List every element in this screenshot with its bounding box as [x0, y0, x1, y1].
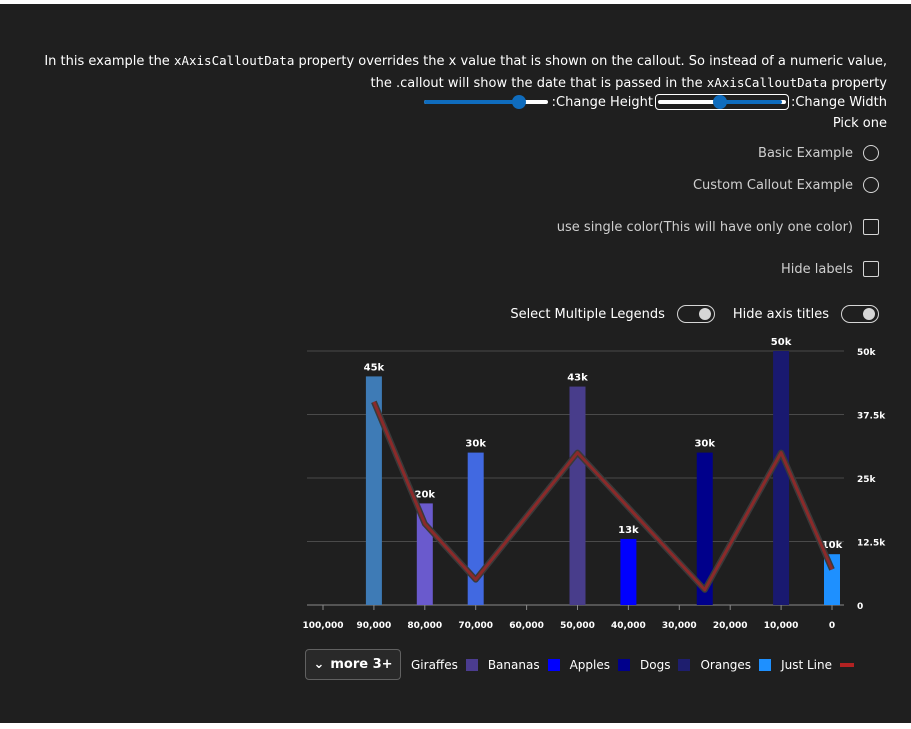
single-color-checkbox[interactable] [863, 219, 879, 235]
hide-labels-option[interactable]: Hide labels [781, 261, 879, 277]
bar-data-label: 45k [364, 362, 385, 373]
description-part-1: In this example the [44, 54, 174, 69]
legend-item-bananas[interactable]: Bananas [488, 658, 560, 672]
basic-example-label: Basic Example [758, 145, 853, 161]
x-tick-label: 0 [829, 621, 835, 631]
multi-legends-toggle[interactable] [676, 305, 715, 323]
legend-label: Just Line [781, 657, 832, 672]
custom-callout-option[interactable]: Custom Callout Example [693, 177, 879, 193]
legend-label: Dogs [640, 657, 671, 672]
legend-item-apples[interactable]: Apples [569, 657, 631, 672]
legend-swatch [840, 662, 854, 667]
bar-data-label: 30k [465, 439, 486, 450]
description-code-2: xAxisCalloutData [706, 75, 828, 90]
more-legends-label: more 3+ [330, 657, 393, 672]
hide-axis-titles-toggle[interactable] [841, 305, 879, 323]
legend-item-dogs[interactable]: Dogs [640, 657, 691, 672]
hide-labels-label: Hide labels [781, 261, 853, 277]
y-tick-label: 12.5k [857, 539, 886, 549]
height-slider[interactable] [422, 95, 550, 109]
legend-label: Bananas [487, 657, 540, 672]
y-tick-label: 37.5k [857, 412, 886, 422]
line-series-outline [371, 400, 835, 593]
bar-data-label: 50k [771, 337, 792, 348]
legend-item-just-line[interactable]: Just Line [781, 658, 854, 672]
chevron-down-icon: ⌄ [313, 657, 325, 672]
x-tick-label: 90,000 [357, 621, 392, 631]
bar-data-label: 30k [694, 439, 715, 450]
y-tick-label: 0 [857, 602, 863, 612]
x-tick-label: 40,000 [611, 621, 646, 631]
line-series [372, 401, 834, 592]
bar-data-label: 13k [618, 525, 639, 536]
pick-one-label: Pick one [832, 116, 887, 131]
legend-label: Apples [569, 657, 611, 672]
x-tick-label: 80,000 [407, 621, 442, 631]
legend-swatch [618, 658, 631, 671]
basic-example-radio[interactable] [863, 145, 879, 161]
legend: ⌄ more 3+ Giraffes Bananas Apples Dogs O… [305, 649, 854, 680]
hide-axis-titles-label: Hide axis titles [732, 306, 829, 322]
legend-item-oranges[interactable]: Oranges [700, 657, 772, 672]
x-tick-label: 100,000 [303, 621, 344, 631]
description-code-1: xAxisCalloutData [173, 53, 295, 68]
single-color-option[interactable]: use single color(This will have only one… [557, 219, 879, 235]
width-slider-label: :Change Width [790, 94, 887, 110]
y-tick-label: 50k [857, 348, 877, 358]
legend-label: Oranges [700, 657, 752, 672]
description-part-3: property [827, 76, 887, 91]
legend-swatch [465, 658, 478, 671]
custom-callout-label: Custom Callout Example [692, 177, 853, 193]
bar [569, 386, 586, 605]
legend-swatch [678, 658, 691, 671]
legend-label: Giraffes [411, 657, 458, 672]
bar-line-chart: 50k 37.5k 25k 12.5k 0 100,000 90,000 80,000 70,0… [303, 337, 887, 631]
basic-example-option[interactable]: Basic Example [758, 145, 879, 161]
bar-data-label: 43k [567, 373, 588, 384]
legend-swatch [547, 658, 560, 671]
legend-item-giraffes[interactable]: Giraffes [411, 658, 478, 672]
custom-callout-radio[interactable] [863, 177, 879, 193]
more-legends-button[interactable]: ⌄ more 3+ [305, 649, 401, 680]
x-tick-label: 20,000 [713, 621, 748, 631]
toggle-row: Select Multiple Legends Hide axis titles [510, 305, 879, 323]
multi-legends-label: Select Multiple Legends [510, 306, 665, 322]
single-color-label: use single color(This will have only one… [556, 219, 853, 235]
x-tick-label: 50,000 [560, 621, 595, 631]
bar-data-label: 20k [415, 489, 436, 500]
description-text: In this example the xAxisCalloutData pro… [27, 50, 887, 94]
width-slider[interactable] [654, 94, 789, 110]
x-tick-label: 60,000 [509, 621, 544, 631]
x-tick-label: 70,000 [458, 621, 493, 631]
bar [773, 351, 790, 605]
y-tick-label: 25k [857, 475, 877, 485]
size-controls: :Change Height :Change Width [422, 90, 887, 114]
height-slider-label: :Change Height [551, 94, 653, 110]
legend-swatch [759, 658, 772, 671]
x-tick-label: 30,000 [662, 621, 697, 631]
x-tick-label: 10,000 [764, 621, 799, 631]
hide-labels-checkbox[interactable] [863, 261, 879, 277]
bar [620, 538, 637, 605]
